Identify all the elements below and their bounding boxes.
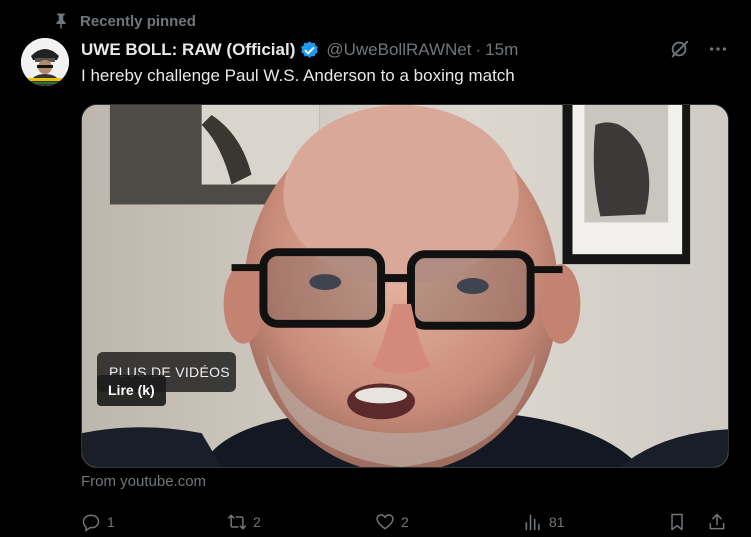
repost-button[interactable]: 2 bbox=[227, 508, 261, 536]
separator-dot: · bbox=[475, 40, 482, 59]
play-tooltip: Lire (k) bbox=[97, 375, 166, 406]
tweet-timestamp[interactable]: 15m bbox=[485, 40, 518, 60]
verified-badge-icon bbox=[299, 40, 320, 61]
more-icon[interactable] bbox=[705, 36, 731, 62]
tweet-actions: 1 2 2 81 bbox=[81, 508, 731, 536]
like-count: 2 bbox=[401, 514, 409, 530]
author-name[interactable]: UWE BOLL: RAW (Official) bbox=[81, 40, 295, 60]
grok-icon[interactable] bbox=[667, 36, 693, 62]
repost-count: 2 bbox=[253, 514, 261, 530]
views-icon bbox=[525, 514, 540, 531]
tweet-text: I hereby challenge Paul W.S. Anderson to… bbox=[81, 66, 515, 85]
pin-icon bbox=[52, 12, 70, 30]
pinned-indicator: Recently pinned bbox=[52, 10, 196, 32]
video-embed[interactable]: PLUS DE VIDÉOS Lire (k) bbox=[81, 104, 729, 468]
view-count: 81 bbox=[549, 514, 565, 530]
reply-button[interactable]: 1 bbox=[81, 508, 115, 536]
media-source[interactable]: From youtube.com bbox=[81, 473, 206, 490]
share-icon bbox=[709, 513, 725, 530]
bookmark-button[interactable] bbox=[667, 508, 687, 536]
reply-icon bbox=[82, 514, 100, 532]
tweet-top-actions bbox=[667, 36, 731, 62]
views-button[interactable]: 81 bbox=[523, 508, 565, 536]
like-button[interactable]: 2 bbox=[375, 508, 409, 536]
tweet-header: UWE BOLL: RAW (Official) @UweBollRAWNet … bbox=[81, 38, 518, 62]
reply-count: 1 bbox=[107, 514, 115, 530]
video-thumbnail bbox=[82, 105, 728, 467]
bookmark-icon bbox=[671, 513, 683, 531]
avatar[interactable] bbox=[21, 38, 69, 86]
pinned-label: Recently pinned bbox=[80, 12, 196, 30]
repost-icon bbox=[227, 514, 247, 530]
heart-icon bbox=[376, 514, 394, 530]
author-handle[interactable]: @UweBollRAWNet bbox=[326, 40, 471, 60]
share-button[interactable] bbox=[707, 508, 727, 536]
